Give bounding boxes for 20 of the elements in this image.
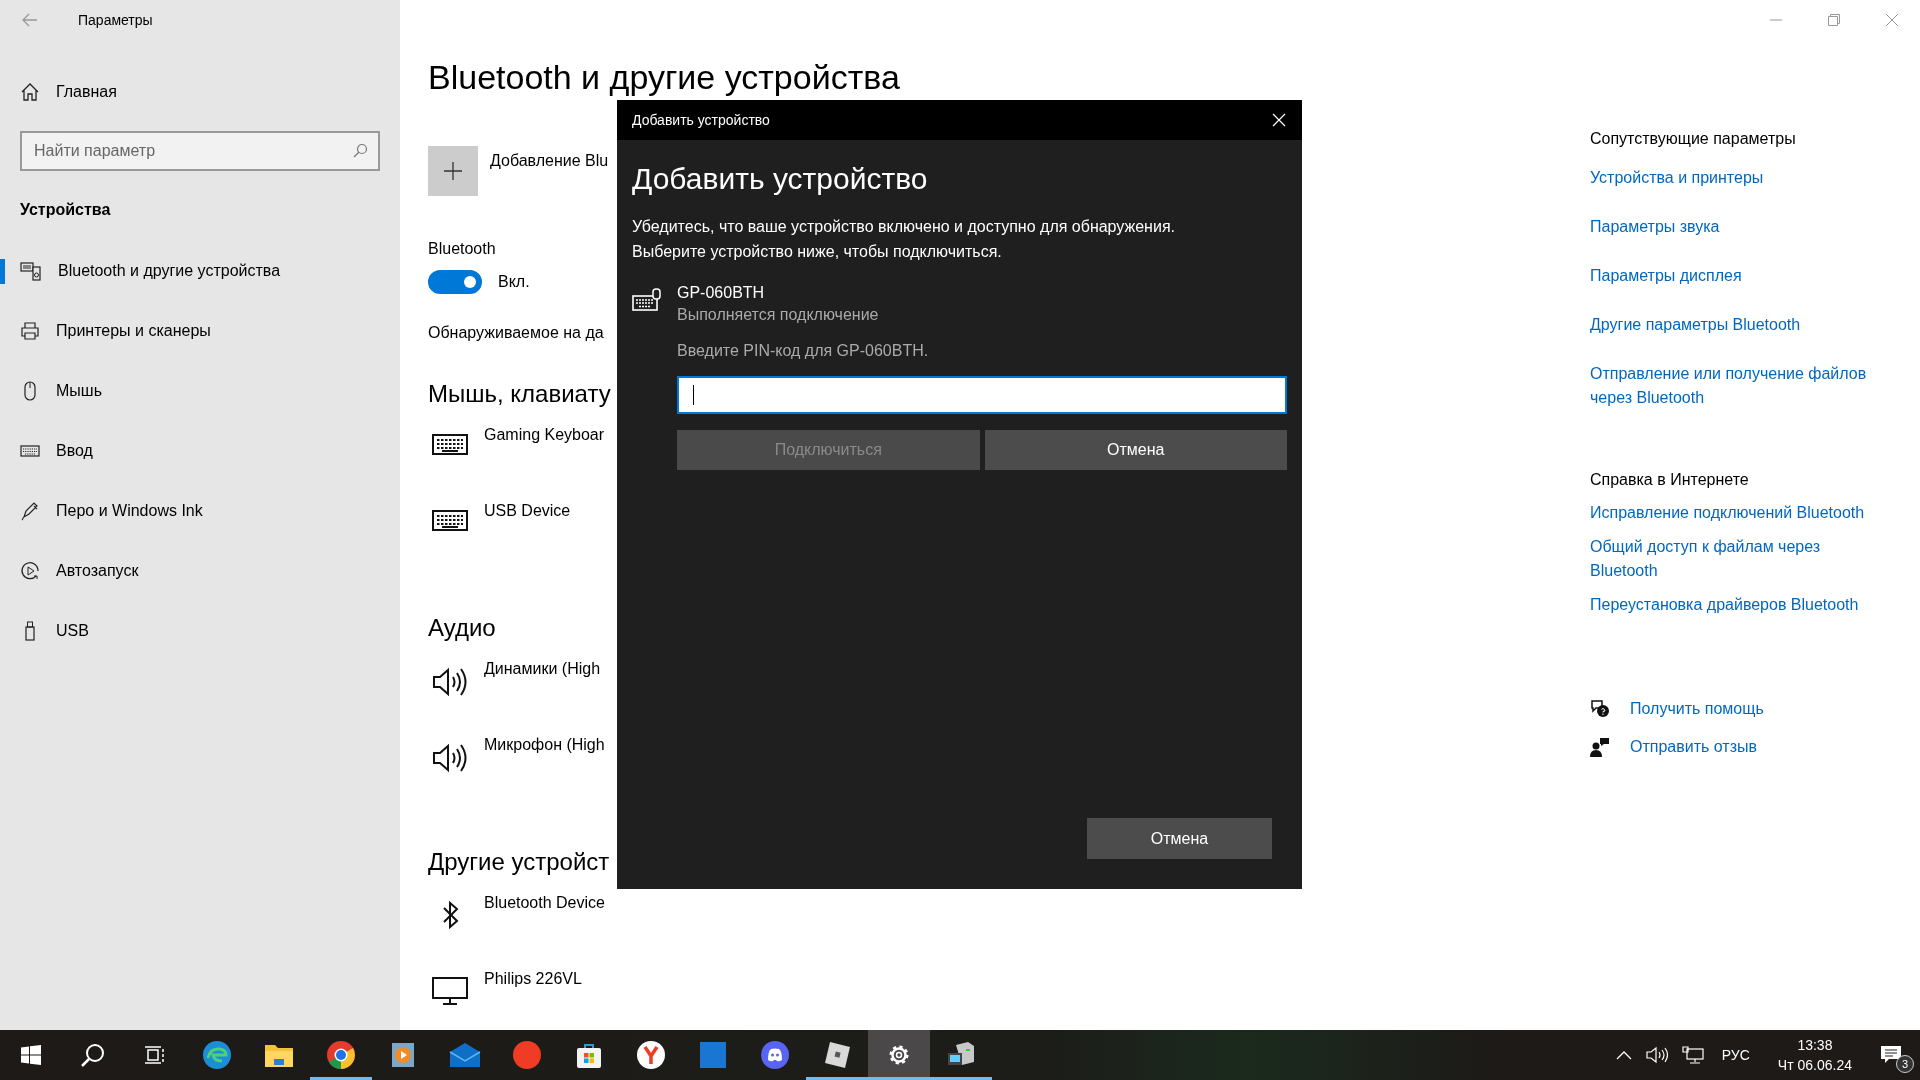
related-heading: Сопутствующие параметры <box>1590 130 1797 149</box>
window-title: Параметры <box>78 12 153 28</box>
group-heading: Мышь, клавиату <box>428 380 611 408</box>
clock-date: Чт 06.06.24 <box>1777 1056 1852 1075</box>
page-title: Bluetooth и другие устройства <box>428 58 900 96</box>
device-name: GP-060BTH <box>677 284 766 302</box>
group-heading: Аудио <box>428 614 496 642</box>
bluetooth-label: Bluetooth <box>428 240 496 258</box>
help-heading: Справка в Интернете <box>1590 471 1750 490</box>
clock-time: 13:38 <box>1797 1036 1833 1055</box>
notification-badge: 3 <box>1896 1055 1914 1073</box>
section-heading: Устройства <box>20 201 111 220</box>
pin-prompt: Введите PIN-код для GP-060BTH. <box>677 342 930 360</box>
toggle-state: Вкл. <box>498 273 530 291</box>
device-status: Выполняется подключение <box>677 306 880 324</box>
discoverable-text: Обнаруживаемое на да <box>428 324 604 342</box>
dialog-title: Добавить устройство <box>632 112 770 128</box>
dialog-description: Убедитесь, что ваше устройство включено и доступно для обнаружения. Выберите устройство ниже, чтобы подключиться. <box>632 217 1176 262</box>
dialog-heading: Добавить устройство <box>632 162 929 196</box>
group-heading: Другие устройст <box>428 848 610 876</box>
